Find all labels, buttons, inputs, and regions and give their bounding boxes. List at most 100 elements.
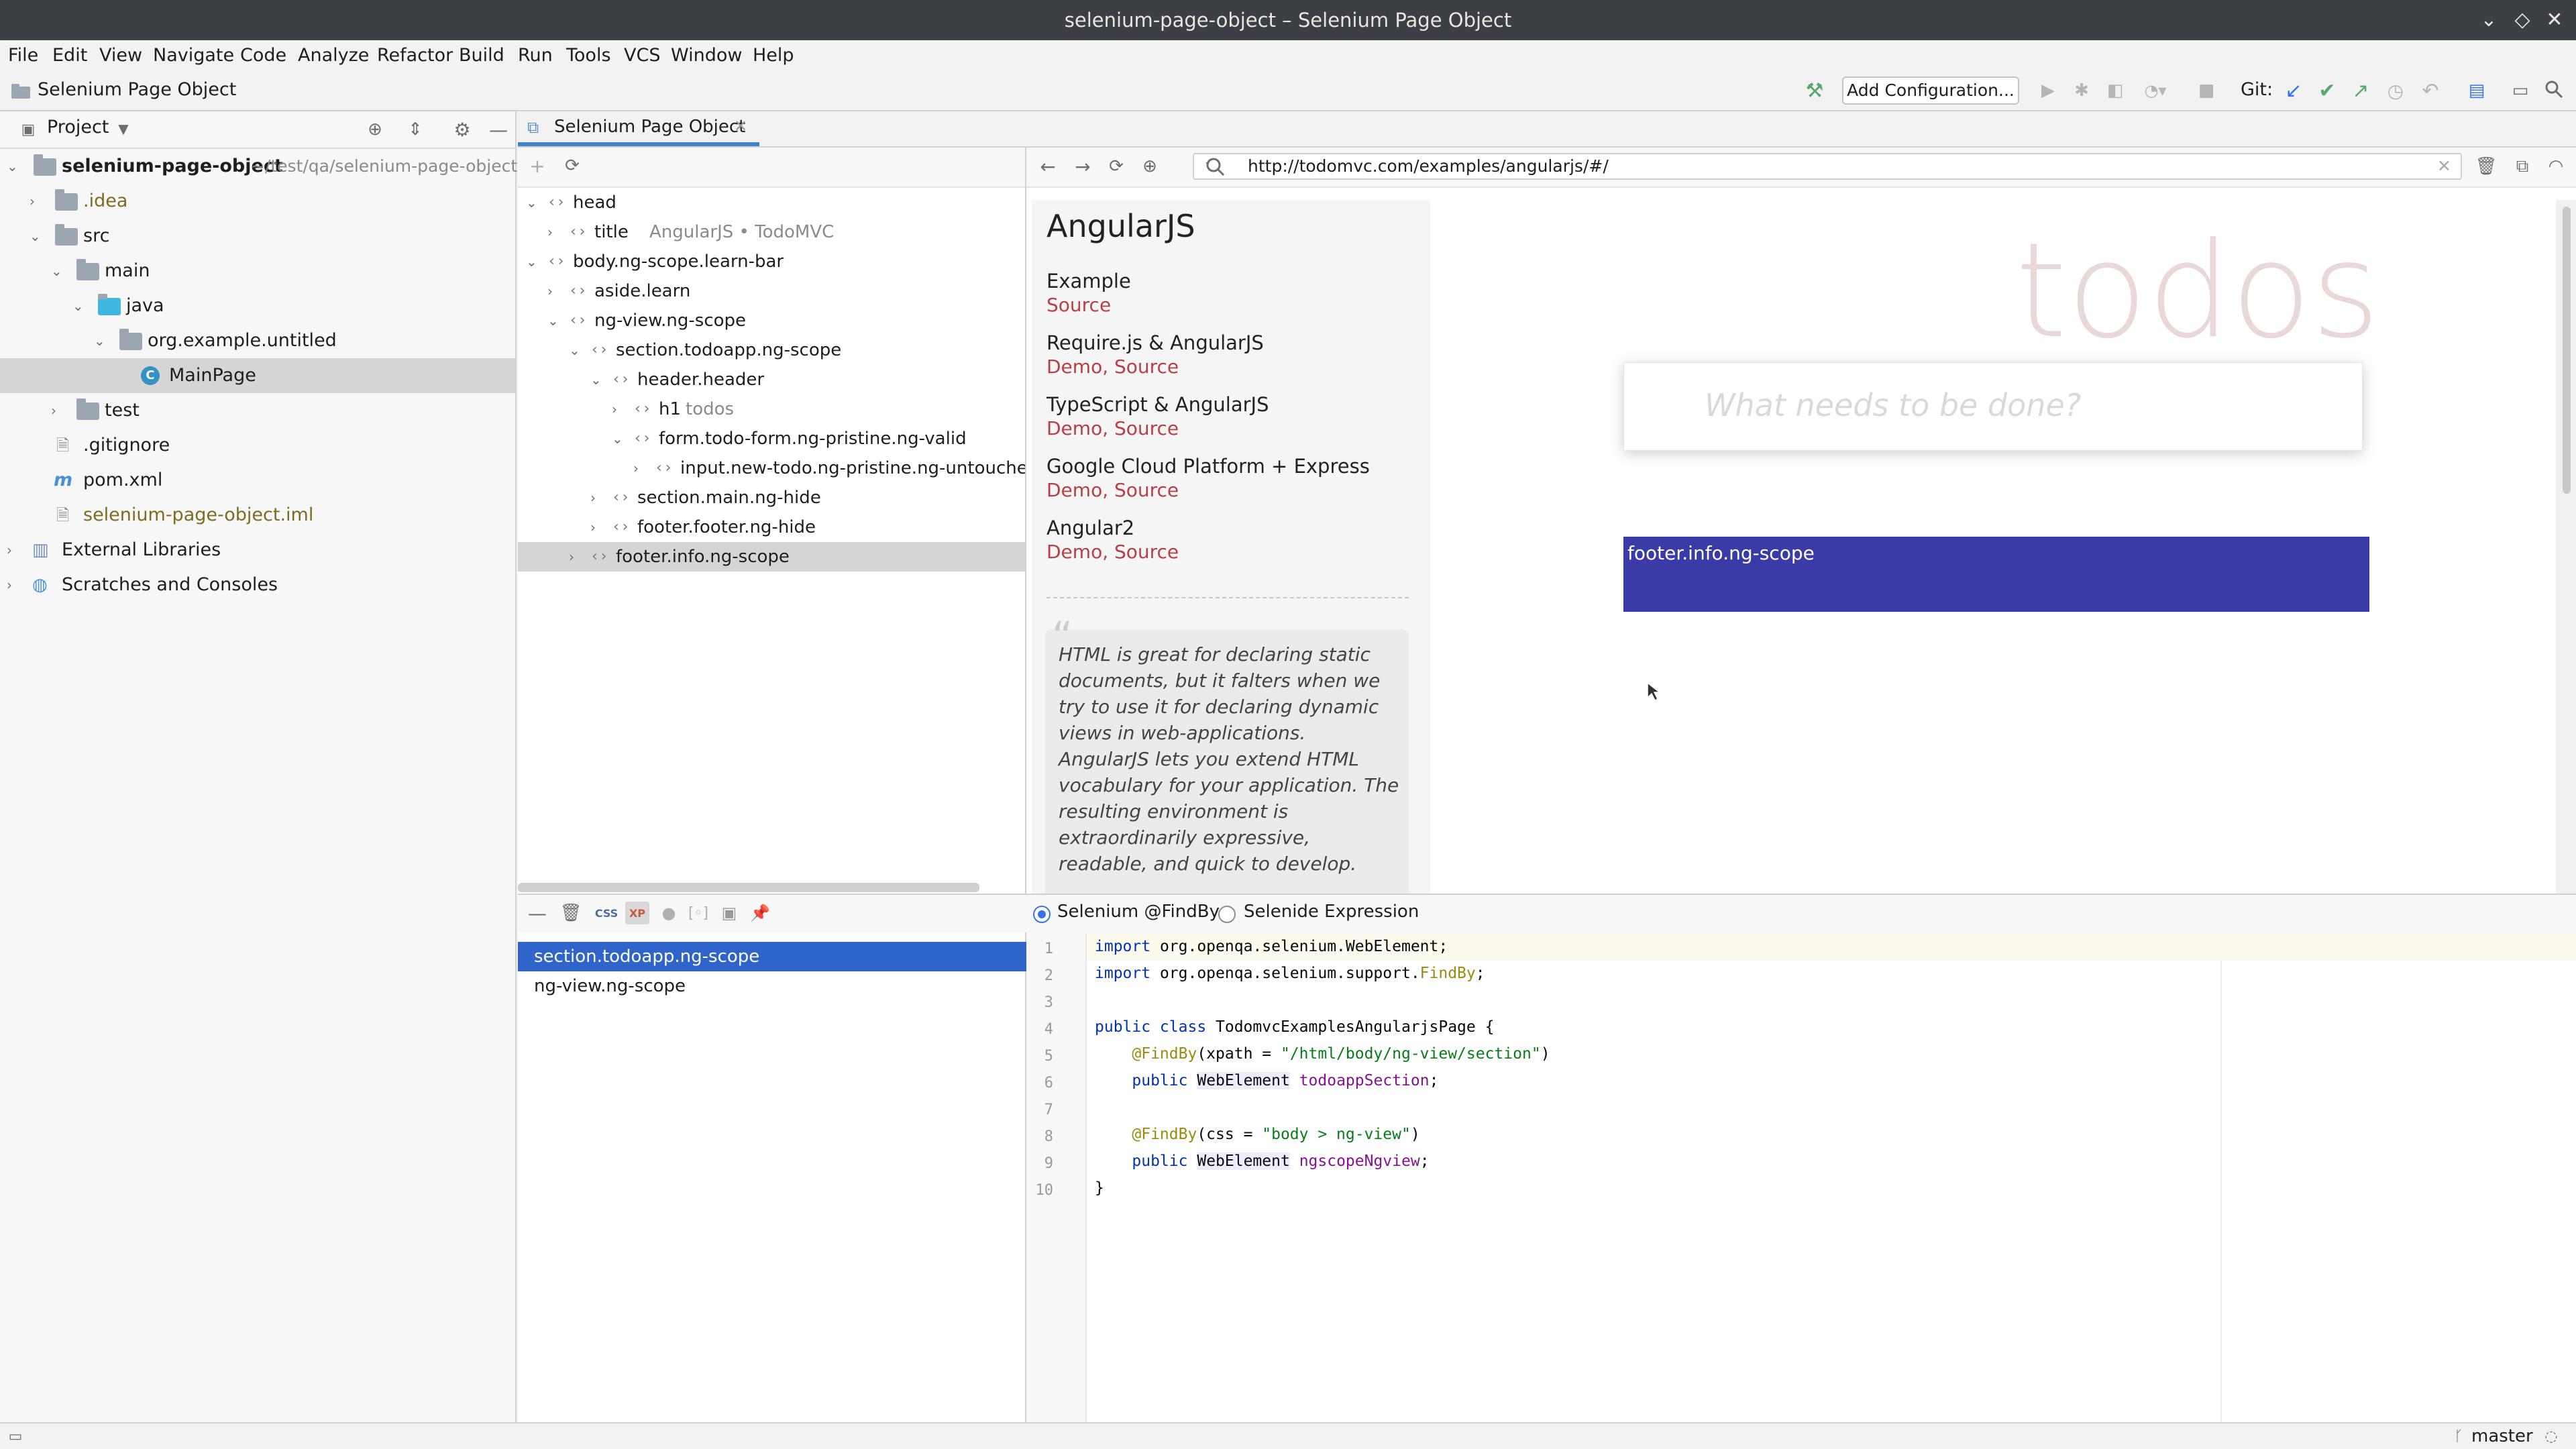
- chevron-right-icon[interactable]: ›: [547, 284, 561, 298]
- breadcrumb[interactable]: Selenium Page Object: [38, 79, 236, 100]
- search-everywhere-icon[interactable]: [2542, 78, 2565, 101]
- add-configuration-button[interactable]: Add Configuration...: [1842, 76, 2019, 105]
- menu-edit[interactable]: Edit: [52, 44, 87, 67]
- code-line-1[interactable]: import org.openqa.selenium.WebElement;: [1095, 938, 1448, 955]
- gauge-icon[interactable]: ◠: [2545, 156, 2567, 177]
- menu-build[interactable]: Build: [459, 44, 504, 67]
- new-todo-input[interactable]: What needs to be done?: [1623, 362, 2363, 451]
- chevron-right-icon[interactable]: ›: [7, 543, 20, 557]
- stop-icon[interactable]: ■: [2195, 79, 2218, 102]
- dom-node-title[interactable]: › ‹› title AngularJS • TodoMVC: [518, 217, 1025, 247]
- dom-node-section-todoapp[interactable]: ⌄ ‹› section.todoapp.ng-scope: [518, 335, 1025, 365]
- menu-run[interactable]: Run: [518, 44, 553, 67]
- dom-node-footer-footer[interactable]: › ‹› footer.footer.ng-hide: [518, 513, 1025, 542]
- tree-item-gitignore[interactable]: 🗎 .gitignore: [0, 428, 515, 463]
- maximize-icon[interactable]: ◇: [2512, 9, 2533, 31]
- bracket-icon[interactable]: [◦]: [688, 903, 708, 923]
- git-update-icon[interactable]: ↙: [2282, 79, 2305, 103]
- learn-link-sub[interactable]: Demo, Source: [1046, 417, 1179, 439]
- dom-node-h1[interactable]: › ‹› h1 todos: [518, 394, 1025, 424]
- tree-item-external-libraries[interactable]: › ▥ External Libraries: [0, 533, 515, 568]
- chevron-down-icon[interactable]: ⌄: [526, 196, 539, 209]
- menu-help[interactable]: Help: [753, 44, 794, 67]
- chevron-down-icon[interactable]: ⌄: [590, 373, 604, 386]
- gear-icon[interactable]: ⚙: [452, 119, 472, 141]
- tab-selenium-page-object[interactable]: ⧉ Selenium Page Object ✕: [518, 111, 759, 146]
- dom-node-footer-info[interactable]: › ‹› footer.info.ng-scope: [518, 542, 1025, 572]
- code-line-6[interactable]: public WebElement todoappSection;: [1095, 1072, 1438, 1089]
- remove-icon[interactable]: —: [527, 902, 547, 924]
- clear-url-icon[interactable]: ✕: [2437, 154, 2451, 178]
- copy-icon[interactable]: ⧉: [2512, 156, 2533, 177]
- chevron-down-icon[interactable]: ⌄: [30, 229, 43, 243]
- tree-item-mainpage[interactable]: C MainPage: [0, 358, 515, 393]
- chevron-down-icon[interactable]: ▼: [115, 121, 131, 137]
- record-icon[interactable]: ●: [659, 903, 679, 923]
- chevron-down-icon[interactable]: ⌄: [569, 343, 582, 357]
- code-line-8[interactable]: @FindBy(css = "body > ng-view"): [1095, 1126, 1419, 1143]
- code-line-2[interactable]: import org.openqa.selenium.support.FindB…: [1095, 965, 1485, 982]
- coverage-icon[interactable]: ◧: [2104, 79, 2127, 102]
- trash-icon[interactable]: 🗑: [560, 903, 582, 923]
- code-line-4[interactable]: public class TodomvcExamplesAngularjsPag…: [1095, 1018, 1494, 1036]
- profile-dropdown-icon[interactable]: ◔▾: [2139, 79, 2172, 102]
- hide-panel-icon[interactable]: —: [488, 119, 508, 141]
- dom-node-head[interactable]: ⌄ ‹› head: [518, 188, 1025, 217]
- dom-node-header[interactable]: ⌄ ‹› header.header: [518, 365, 1025, 394]
- chevron-right-icon[interactable]: ›: [30, 195, 43, 208]
- close-tab-icon[interactable]: ✕: [734, 117, 747, 136]
- menu-file[interactable]: File: [8, 44, 38, 67]
- chevron-down-icon[interactable]: ⌄: [612, 432, 625, 445]
- forward-icon[interactable]: →: [1072, 156, 1093, 178]
- dom-node-form[interactable]: ⌄ ‹› form.todo-form.ng-pristine.ng-valid: [518, 424, 1025, 453]
- debug-icon[interactable]: ✱: [2070, 79, 2093, 102]
- git-rollback-icon[interactable]: ↶: [2419, 79, 2442, 103]
- tree-item-main[interactable]: ⌄ main: [0, 254, 515, 288]
- radio-selenium-findby[interactable]: [1033, 906, 1051, 923]
- chevron-right-icon[interactable]: ›: [569, 550, 582, 564]
- scrollbar-thumb[interactable]: [2563, 207, 2571, 494]
- chevron-right-icon[interactable]: ›: [590, 491, 604, 504]
- tree-item-src[interactable]: ⌄ src: [0, 219, 515, 254]
- list-item[interactable]: section.todoapp.ng-scope: [518, 942, 1026, 971]
- git-commit-icon[interactable]: ✔: [2316, 79, 2339, 103]
- project-view-label[interactable]: Project: [47, 117, 109, 138]
- tree-item-test[interactable]: › test: [0, 393, 515, 428]
- chevron-right-icon[interactable]: ›: [590, 521, 604, 534]
- menu-tools[interactable]: Tools: [566, 44, 611, 67]
- learn-link-sub[interactable]: Demo, Source: [1046, 479, 1179, 501]
- notifications-icon[interactable]: ◌: [2542, 1428, 2560, 1445]
- chevron-down-icon[interactable]: ⌄: [72, 299, 86, 313]
- locate-target-icon[interactable]: ⊕: [365, 119, 385, 140]
- add-icon[interactable]: +: [527, 155, 547, 177]
- chevron-down-icon[interactable]: ⌄: [526, 255, 539, 268]
- tree-item-java[interactable]: ⌄ java: [0, 288, 515, 323]
- minimize-icon[interactable]: ⌄: [2478, 9, 2500, 31]
- chevron-right-icon[interactable]: ›: [547, 225, 561, 239]
- menu-vcs[interactable]: VCS: [624, 44, 660, 67]
- code-line-10[interactable]: }: [1095, 1179, 1104, 1197]
- dom-node-input[interactable]: › ‹› input.new-todo.ng-pristine.ng-untou…: [518, 453, 1025, 483]
- menu-navigate[interactable]: Navigate: [153, 44, 234, 67]
- trash-icon[interactable]: 🗑: [2475, 156, 2498, 177]
- chevron-right-icon[interactable]: ›: [612, 402, 625, 416]
- dom-node-body[interactable]: ⌄ ‹› body.ng-scope.learn-bar: [518, 247, 1025, 276]
- dom-node-ngview[interactable]: ⌄ ‹› ng-view.ng-scope: [518, 306, 1025, 335]
- chevron-right-icon[interactable]: ›: [7, 578, 20, 592]
- back-icon[interactable]: ←: [1037, 156, 1059, 178]
- tree-item-pom[interactable]: m pom.xml: [0, 463, 515, 498]
- source-link[interactable]: Source: [1046, 294, 1111, 316]
- build-hammer-icon[interactable]: ⚒: [1803, 79, 1826, 103]
- git-branch-label[interactable]: master: [2471, 1426, 2533, 1446]
- run-icon[interactable]: ▶: [2037, 79, 2059, 102]
- tree-item-iml[interactable]: 🗎 selenium-page-object.iml: [0, 498, 515, 533]
- chevron-down-icon[interactable]: ⌄: [94, 334, 107, 347]
- menu-view[interactable]: View: [99, 44, 142, 67]
- dom-node-section-main[interactable]: › ‹› section.main.ng-hide: [518, 483, 1025, 513]
- presentation-icon[interactable]: ▭: [2509, 79, 2532, 102]
- refresh-icon[interactable]: ⟳: [562, 156, 582, 176]
- chevron-down-icon[interactable]: ⌄: [7, 160, 20, 173]
- pin-icon[interactable]: 📌: [750, 903, 770, 923]
- tree-item-idea[interactable]: › .idea: [0, 184, 515, 219]
- git-history-icon[interactable]: ◷: [2384, 79, 2407, 102]
